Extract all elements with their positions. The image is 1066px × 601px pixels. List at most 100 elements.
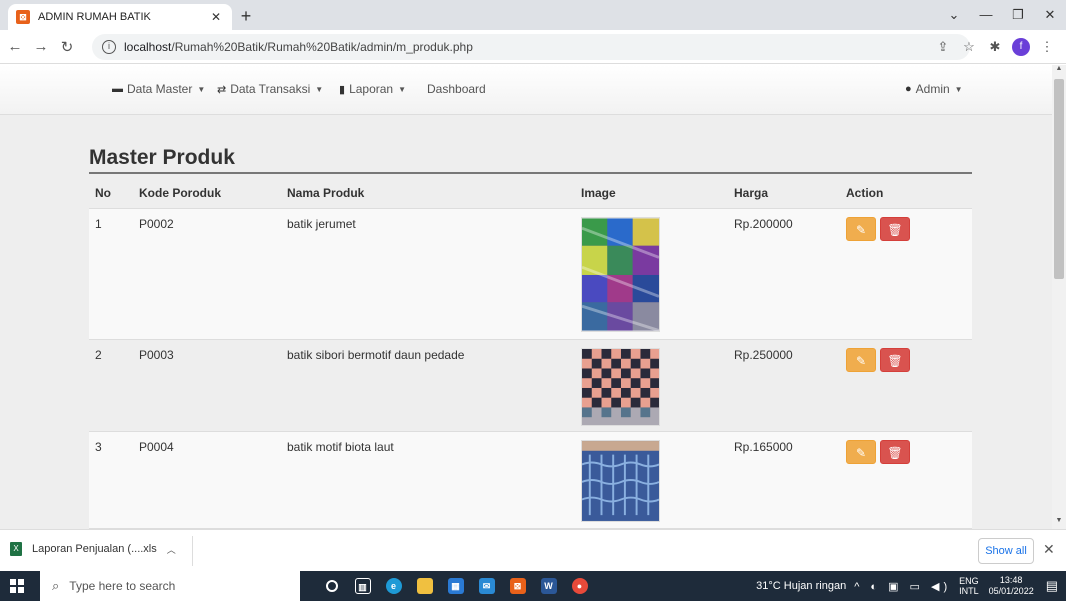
edge-icon[interactable]: e [378,571,409,601]
nav-dashboard[interactable]: Dashboard [427,82,486,96]
col-kode: Kode Poroduk [139,186,222,200]
lang-layout: INTL [959,586,979,596]
chevron-up-icon[interactable]: ︿ [167,543,176,556]
xampp-icon[interactable]: ⊠ [502,571,533,601]
reload-icon[interactable]: ↻ [56,38,78,56]
stats-icon: ▮ [339,83,346,96]
page-title: Master Produk [89,146,235,169]
browser-toolbar: ← → ↻ i localhost/Rumah%20Batik/Rumah%20… [0,30,1066,64]
table-header: No Kode Poroduk Nama Produk Image Harga … [89,176,972,209]
chrome-icon[interactable]: ● [564,571,595,601]
windows-start-icon[interactable] [10,579,24,593]
nav-data-transaksi[interactable]: ⇄ Data Transaksi ▼ [217,82,323,96]
nav-data-transaksi-label: Data Transaksi [230,82,311,96]
table-row: 2 P0003 batik sibori bermotif daun pedad… [89,340,972,432]
cell-no: 2 [95,348,102,362]
search-placeholder: Type here to search [69,579,176,593]
edit-button[interactable]: ✎ [846,440,876,464]
site-info-icon[interactable]: i [102,40,116,54]
close-window-button[interactable]: ✕ [1034,0,1066,30]
windows-taskbar: ⌕ Type here to search ▥ e ▦ ✉ ⊠ W ● 31°C… [0,571,1066,601]
col-no: No [95,186,111,200]
site-favicon-icon: ⊠ [16,10,30,24]
store-icon[interactable]: ▦ [440,571,471,601]
user-icon: ● [905,83,912,95]
cell-kode: P0002 [139,217,174,231]
nav-data-master[interactable]: ▬ Data Master ▼ [112,82,205,96]
cell-harga: Rp.200000 [734,217,793,231]
taskbar-apps: ▥ e ▦ ✉ ⊠ W ● [316,571,595,601]
taskbar-search[interactable]: ⌕ Type here to search [40,571,300,601]
nav-user-admin[interactable]: ● Admin ▼ [905,82,963,96]
title-divider [89,172,972,174]
page-scrollbar[interactable]: ▲ ▼ [1052,65,1066,529]
tab-search-icon[interactable]: ⌄ [938,0,970,30]
trash-icon: 🗑 [887,446,903,460]
cortana-icon[interactable] [316,571,347,601]
show-all-button[interactable]: Show all [978,538,1034,564]
system-tray: 31°C Hujan ringan ^ ◐ ▣ ▭ ◀) ENG INTL 13:… [756,571,1058,601]
browser-tab[interactable]: ⊠ ADMIN RUMAH BATIK ✕ [8,4,232,30]
edit-icon: ✎ [855,223,867,237]
cell-kode: P0004 [139,440,174,454]
download-item[interactable]: X Laporan Penjualan (....xls ︿ [10,542,176,556]
minimize-button[interactable]: — [970,0,1002,30]
transfer-icon: ⇄ [217,83,227,96]
taskbar-clock[interactable]: 13:48 05/01/2022 [989,575,1034,597]
cell-nama: batik jerumet [287,217,356,231]
caret-down-icon: ▼ [315,84,324,94]
cell-kode: P0003 [139,348,174,362]
browser-menu-icon[interactable]: ⋮ [1034,39,1060,55]
cell-no: 3 [95,440,102,454]
edit-icon: ✎ [855,354,867,368]
nav-data-master-label: Data Master [127,82,193,96]
col-action: Action [846,186,884,200]
tray-icons[interactable]: ^ ◐ ▣ ▭ ◀) [854,580,951,593]
file-explorer-icon[interactable] [409,571,440,601]
new-tab-button[interactable]: + [236,6,256,26]
download-separator [192,536,193,566]
delete-button[interactable]: 🗑 [880,348,910,372]
download-file-label: Laporan Penjualan (....xls [32,543,157,555]
bookmark-star-icon[interactable]: ☆ [956,39,982,55]
excel-file-icon: X [10,542,22,556]
clock-time: 13:48 [999,575,1023,585]
nav-user-label: Admin [915,82,950,96]
top-navbar: ▬ Data Master ▼ ⇄ Data Transaksi ▼ ▮ Lap… [0,65,1052,115]
nav-dashboard-label: Dashboard [427,82,486,96]
scrollbar-thumb[interactable] [1054,79,1064,279]
search-icon: ⌕ [52,578,60,593]
share-icon[interactable]: ⇪ [930,39,956,55]
notification-icon[interactable]: ▤ [1046,578,1058,594]
extensions-icon[interactable]: ✱ [982,39,1008,55]
edit-button[interactable]: ✎ [846,217,876,241]
language-indicator[interactable]: ENG INTL [959,576,979,596]
caret-down-icon: ▼ [398,84,407,94]
address-bar[interactable]: i localhost/Rumah%20Batik/Rumah%20Batik/… [92,34,970,60]
word-icon[interactable]: W [533,571,564,601]
mail-icon[interactable]: ✉ [471,571,502,601]
scroll-up-icon[interactable]: ▲ [1052,65,1066,77]
edit-button[interactable]: ✎ [846,348,876,372]
browser-tab-strip: ⊠ ADMIN RUMAH BATIK ✕ + ⌄ — ❐ ✕ [0,0,1066,30]
close-download-bar-icon[interactable]: ✕ [1043,541,1055,558]
content-container: Master Produk No Kode Poroduk Nama Produ… [80,115,975,529]
nav-laporan[interactable]: ▮ Laporan ▼ [339,82,406,96]
delete-button[interactable]: 🗑 [880,440,910,464]
back-icon[interactable]: ← [4,38,26,55]
lang-code: ENG [959,576,979,586]
restore-button[interactable]: ❐ [1002,0,1034,30]
scroll-down-icon[interactable]: ▼ [1052,517,1066,529]
delete-button[interactable]: 🗑 [880,217,910,241]
edit-icon: ✎ [855,446,867,460]
tab-close-icon[interactable]: ✕ [208,10,224,24]
cell-harga: Rp.165000 [734,440,793,454]
product-image [581,348,660,426]
product-image [581,217,660,332]
profile-avatar[interactable]: f [1012,38,1030,56]
forward-icon[interactable]: → [30,38,52,55]
task-view-icon[interactable]: ▥ [347,571,378,601]
briefcase-icon: ▬ [112,83,123,95]
weather-widget[interactable]: 31°C Hujan ringan [756,580,846,592]
col-nama: Nama Produk [287,186,365,200]
